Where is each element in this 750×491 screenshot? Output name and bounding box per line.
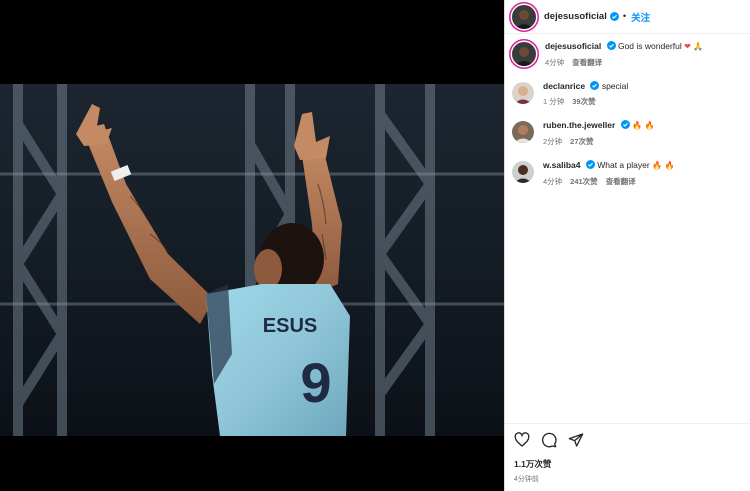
- caption-avatar[interactable]: [512, 42, 536, 66]
- caption-time: 4分钟: [545, 58, 565, 67]
- media-pane: ESUS 9: [0, 0, 504, 491]
- share-icon[interactable]: [568, 432, 584, 448]
- comments-list: dejesusoficial God is wonderful ❤ 🙏 4分钟 …: [505, 34, 750, 187]
- posted-time: 4分钟前: [514, 476, 539, 483]
- caption: dejesusoficial God is wonderful ❤ 🙏 4分钟 …: [512, 40, 743, 68]
- post-photo[interactable]: ESUS 9: [0, 84, 504, 436]
- verified-icon: [609, 12, 619, 21]
- comment-likes[interactable]: 241次赞: [570, 176, 598, 187]
- comment-username[interactable]: w.saliba4: [543, 160, 580, 170]
- comment-item: ruben.the.jeweller 🔥 🔥 2分钟 27次赞: [512, 119, 743, 147]
- separator-dot: •: [622, 11, 627, 22]
- comment-text: What a player: [597, 160, 650, 170]
- follow-button[interactable]: 关注: [631, 10, 650, 24]
- post-header: dejesusoficial • 关注: [505, 0, 750, 34]
- comment-likes[interactable]: 39次赞: [572, 96, 595, 107]
- comment-username[interactable]: declanrice: [543, 81, 585, 91]
- svg-text:ESUS: ESUS: [263, 315, 317, 337]
- translate-link[interactable]: 查看翻译: [572, 57, 602, 68]
- caption-username[interactable]: dejesusoficial: [545, 41, 601, 51]
- comment-icon[interactable]: [541, 432, 557, 448]
- post-actions: 1.1万次赞 4分钟前: [505, 423, 750, 484]
- post-side-panel: dejesusoficial • 关注 dejesusoficial God i…: [504, 0, 750, 491]
- verified-icon: [585, 160, 595, 169]
- comment-emojis: 🔥 🔥: [652, 161, 675, 170]
- commenter-avatar[interactable]: [512, 121, 534, 143]
- caption-emojis: ❤ 🙏: [684, 42, 704, 51]
- commenter-avatar[interactable]: [512, 82, 534, 104]
- comment-item: w.saliba4 What a player 🔥 🔥 4分钟 241次赞 查看…: [512, 159, 743, 187]
- likes-count[interactable]: 1.1万次赞: [505, 458, 750, 470]
- heart-icon[interactable]: [514, 432, 530, 448]
- verified-icon: [590, 81, 600, 90]
- caption-text: God is wonderful: [617, 41, 682, 51]
- verified-icon: [620, 120, 630, 129]
- commenter-avatar[interactable]: [512, 161, 534, 183]
- verified-icon: [606, 41, 616, 50]
- comment-text: special: [601, 81, 629, 91]
- author-username[interactable]: dejesusoficial: [544, 11, 607, 22]
- svg-text:9: 9: [300, 351, 331, 414]
- translate-link[interactable]: 查看翻译: [606, 176, 636, 187]
- comment-emojis: 🔥 🔥: [632, 121, 655, 130]
- author-avatar[interactable]: [512, 4, 536, 29]
- comment-time: 4分钟: [543, 177, 563, 186]
- comment-likes[interactable]: 27次赞: [570, 136, 593, 147]
- comment-time: 2分钟: [543, 137, 563, 146]
- comment-item: declanrice special 1 分钟 39次赞: [512, 80, 743, 107]
- comment-time: 1 分钟: [543, 97, 565, 106]
- comment-username[interactable]: ruben.the.jeweller: [543, 120, 615, 130]
